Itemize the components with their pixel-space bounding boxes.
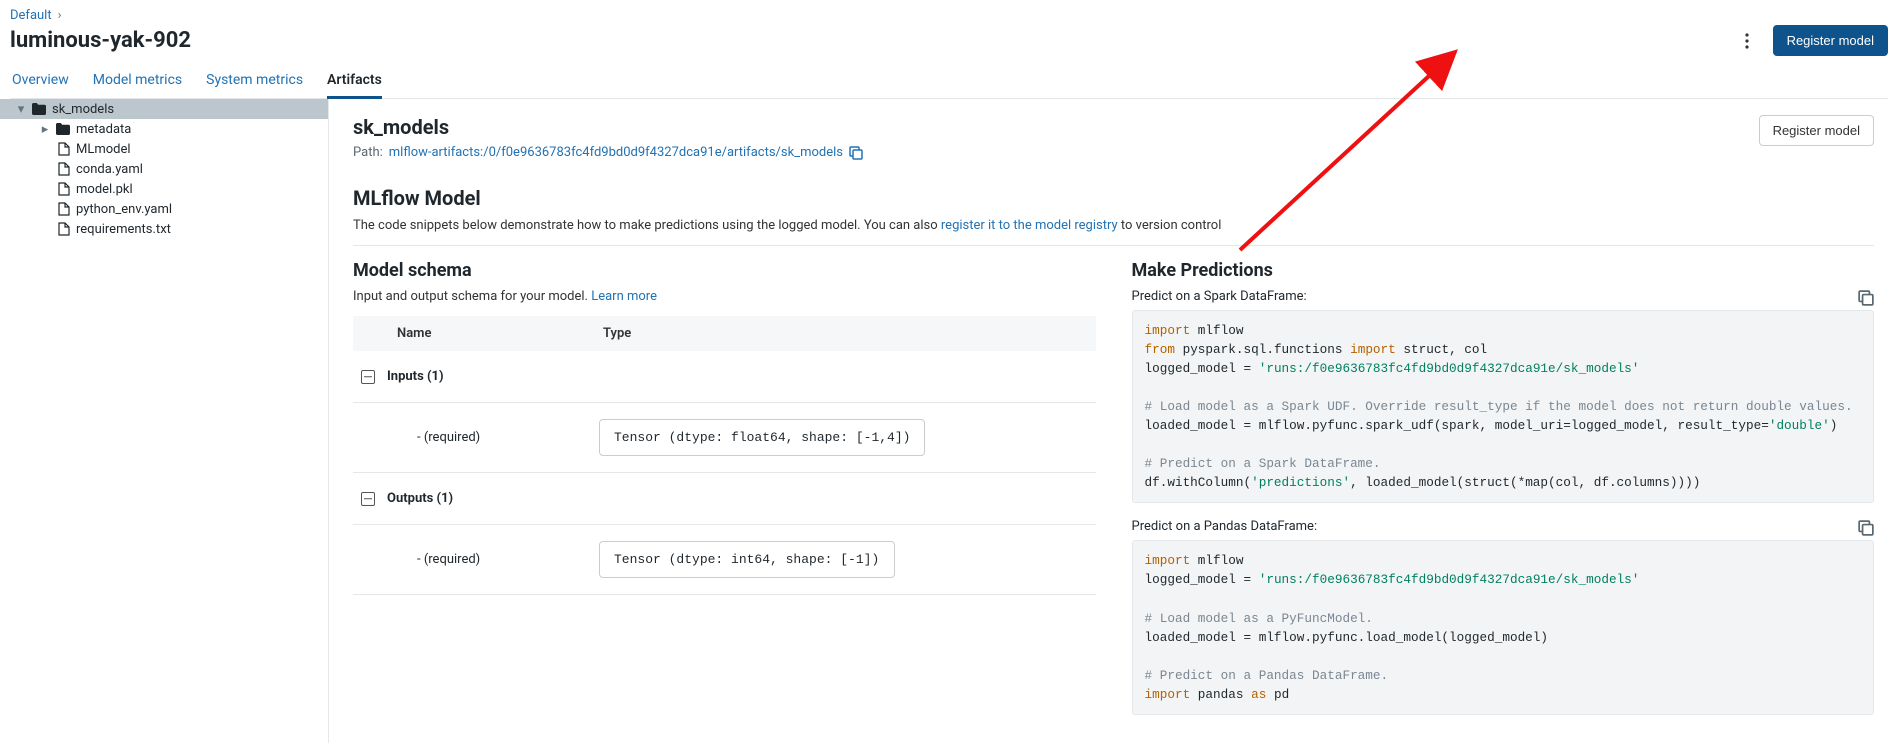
tree-item-label: python_env.yaml <box>76 202 172 217</box>
tree-item-label: model.pkl <box>76 182 133 197</box>
tree-item-pyenv[interactable]: python_env.yaml <box>0 199 328 219</box>
register-model-button[interactable]: Register model <box>1773 25 1888 56</box>
outputs-group[interactable]: Outputs (1) <box>353 473 1096 525</box>
pandas-label: Predict on a Pandas DataFrame: <box>1132 519 1875 534</box>
tree-item-conda[interactable]: conda.yaml <box>0 159 328 179</box>
tree-root[interactable]: ▾ sk_models <box>0 99 328 119</box>
register-link[interactable]: register it to the model registry <box>941 218 1118 233</box>
spark-code-block[interactable]: import mlflow from pyspark.sql.functions… <box>1132 310 1875 503</box>
tab-system-metrics[interactable]: System metrics <box>206 66 303 98</box>
folder-icon <box>56 123 70 135</box>
caret-right-icon: ▸ <box>40 124 50 134</box>
tree-item-label: metadata <box>76 122 131 137</box>
breadcrumb: Default › <box>10 8 1888 23</box>
breadcrumb-root[interactable]: Default <box>10 8 52 23</box>
register-model-button-secondary[interactable]: Register model <box>1759 115 1874 146</box>
tree-item-metadata[interactable]: ▸ metadata <box>0 119 328 139</box>
artifact-tree: ▾ sk_models ▸ metadata MLmodel conda.yam… <box>0 99 329 743</box>
more-menu-icon[interactable] <box>1735 29 1759 53</box>
outputs-label: Outputs (1) <box>387 491 453 506</box>
inputs-group[interactable]: Inputs (1) <box>353 351 1096 403</box>
mlflow-model-heading: MLflow Model <box>353 186 1874 210</box>
inputs-label: Inputs (1) <box>387 369 444 384</box>
file-icon <box>58 202 70 216</box>
tabs: Overview Model metrics System metrics Ar… <box>10 66 1888 99</box>
caret-down-icon: ▾ <box>16 104 26 114</box>
schema-output-row: - (required) Tensor (dtype: int64, shape… <box>353 525 1096 595</box>
file-icon <box>58 162 70 176</box>
tree-item-mlmodel[interactable]: MLmodel <box>0 139 328 159</box>
output-type: Tensor (dtype: int64, shape: [-1]) <box>599 541 895 578</box>
file-icon <box>58 222 70 236</box>
tab-model-metrics[interactable]: Model metrics <box>93 66 182 98</box>
schema-input-row: - (required) Tensor (dtype: float64, sha… <box>353 403 1096 473</box>
collapse-icon[interactable] <box>361 370 375 384</box>
tab-artifacts[interactable]: Artifacts <box>327 66 382 98</box>
pandas-code-block[interactable]: import mlflow logged_model = 'runs:/f0e9… <box>1132 540 1875 714</box>
tree-item-label: conda.yaml <box>76 162 143 177</box>
model-description: The code snippets below demonstrate how … <box>353 218 1874 233</box>
schema-title: Model schema <box>353 260 1096 281</box>
schema-header-row: Name Type <box>353 316 1096 351</box>
file-icon <box>58 182 70 196</box>
schema-subtitle: Input and output schema for your model. … <box>353 289 1096 304</box>
artifact-path[interactable]: mlflow-artifacts:/0/f0e9636783fc4fd9bd0d… <box>389 145 843 160</box>
tree-item-requirements[interactable]: requirements.txt <box>0 219 328 239</box>
folder-icon <box>32 103 46 115</box>
spark-label: Predict on a Spark DataFrame: <box>1132 289 1875 304</box>
file-icon <box>58 142 70 156</box>
copy-code-icon[interactable] <box>1858 520 1874 540</box>
copy-code-icon[interactable] <box>1858 290 1874 310</box>
tree-item-label: MLmodel <box>76 142 131 157</box>
path-label: Path: <box>353 145 383 160</box>
input-name: - (required) <box>417 430 599 445</box>
page-title: luminous-yak-902 <box>10 28 191 53</box>
tree-root-label: sk_models <box>52 102 114 117</box>
tab-overview[interactable]: Overview <box>12 66 69 98</box>
input-type: Tensor (dtype: float64, shape: [-1,4]) <box>599 419 925 456</box>
output-name: - (required) <box>417 552 599 567</box>
col-name: Name <box>397 326 603 341</box>
tree-item-label: requirements.txt <box>76 222 171 237</box>
collapse-icon[interactable] <box>361 492 375 506</box>
predictions-title: Make Predictions <box>1132 260 1875 281</box>
learn-more-link[interactable]: Learn more <box>591 289 657 304</box>
breadcrumb-sep: › <box>58 8 62 23</box>
artifact-title: sk_models <box>353 115 863 139</box>
col-type: Type <box>603 326 1084 341</box>
copy-icon[interactable] <box>849 146 863 160</box>
tree-item-modelpkl[interactable]: model.pkl <box>0 179 328 199</box>
